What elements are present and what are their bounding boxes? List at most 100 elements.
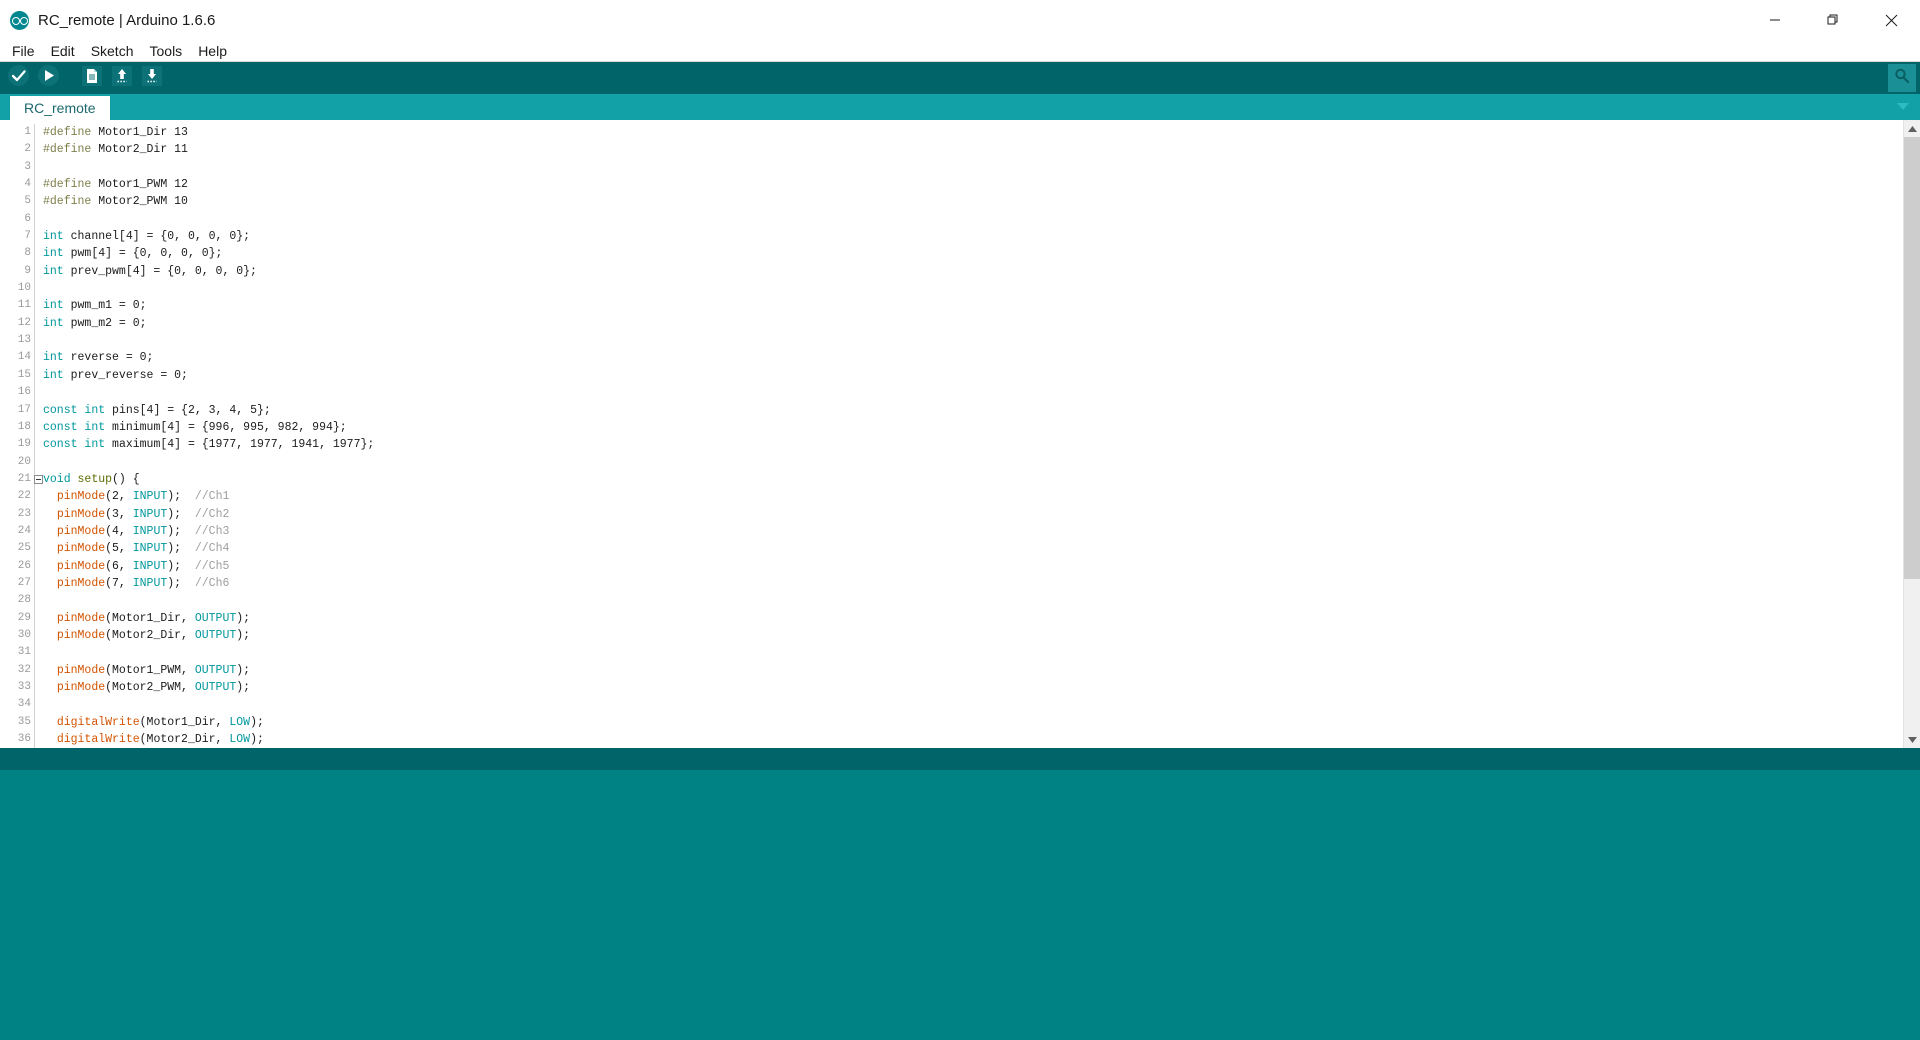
code-token: int — [43, 351, 64, 365]
line-number: 9 — [24, 264, 31, 277]
code-area[interactable]: #define Motor1_Dir 13 #define Motor2_Dir … — [35, 120, 1920, 748]
check-circle-icon — [7, 64, 30, 92]
code-token: int — [43, 247, 64, 261]
upload-button[interactable] — [34, 64, 62, 92]
code-line: pinMode(Motor2_Dir, OUTPUT); — [43, 627, 1920, 644]
code-token: INPUT — [132, 576, 168, 590]
editor-vertical-scrollbar[interactable] — [1903, 120, 1920, 748]
tab-label: RC_remote — [24, 100, 96, 116]
code-token: () { — [112, 472, 140, 486]
code-token: pinMode — [56, 628, 106, 642]
code-token: #define — [43, 178, 92, 192]
code-token: (6, — [105, 559, 133, 573]
code-line: int reverse = 0; — [43, 349, 1920, 366]
line-number: 34 — [17, 698, 31, 711]
code-token: OUTPUT — [194, 611, 237, 625]
menu-item-sketch[interactable]: Sketch — [83, 42, 142, 60]
scroll-up-arrow-icon[interactable] — [1904, 120, 1920, 137]
tab-menu-button[interactable] — [1890, 96, 1916, 118]
code-token: int — [84, 438, 106, 452]
code-editor[interactable]: 1 2 3 4 5 6 7 8 9 10 11 12 13 14 15 16 17 18 19 20 21 22 23 24 2… — [0, 120, 1920, 748]
code-token: //Ch5 — [194, 559, 230, 573]
menu-item-tools[interactable]: Tools — [142, 42, 191, 60]
code-token: pins[4] = {2, 3, 4, 5}; — [105, 403, 271, 417]
menu-bar: File Edit Sketch Tools Help — [0, 40, 1920, 62]
code-token: pwm[4] = {0, 0, 0, 0}; — [63, 247, 223, 261]
toolbar — [0, 62, 1920, 94]
magnifier-icon — [1893, 67, 1911, 90]
line-number: 4 — [24, 178, 31, 191]
scrollbar-thumb[interactable] — [1904, 137, 1920, 579]
code-token: OUTPUT — [194, 628, 237, 642]
menu-item-edit[interactable]: Edit — [43, 42, 83, 60]
maximize-button[interactable] — [1804, 0, 1862, 40]
line-number: 31 — [17, 646, 31, 659]
line-number: 13 — [17, 334, 31, 347]
code-line: pinMode(Motor1_PWM, OUTPUT); — [43, 662, 1920, 679]
code-token: setup — [77, 472, 113, 486]
minimize-button[interactable] — [1746, 0, 1804, 40]
code-token: pinMode — [56, 611, 106, 625]
code-line: pinMode(4, INPUT); //Ch3 — [43, 523, 1920, 540]
line-number: 16 — [17, 386, 31, 399]
code-token: ); — [250, 733, 264, 747]
code-token: int — [43, 230, 64, 244]
code-token: Motor2_PWM 10 — [91, 195, 188, 209]
code-token: INPUT — [132, 542, 168, 556]
line-number: 35 — [17, 715, 31, 728]
line-number: 10 — [17, 282, 31, 295]
code-token: int — [43, 299, 64, 313]
line-number: 5 — [24, 195, 31, 208]
line-number: 2 — [24, 143, 31, 156]
menu-item-file[interactable]: File — [4, 42, 43, 60]
code-line: #define Motor2_Dir 11 — [43, 141, 1920, 158]
code-token: INPUT — [132, 507, 168, 521]
code-token: INPUT — [132, 490, 168, 504]
code-line: const int minimum[4] = {996, 995, 982, 9… — [43, 419, 1920, 436]
code-token: int — [43, 316, 64, 330]
code-token: LOW — [229, 715, 251, 729]
line-number: 8 — [24, 247, 31, 260]
line-number: 27 — [17, 576, 31, 589]
close-button[interactable] — [1862, 0, 1920, 40]
menu-item-help[interactable]: Help — [190, 42, 235, 60]
save-sketch-button[interactable] — [138, 64, 166, 92]
code-token: int — [43, 368, 64, 382]
line-number: 14 — [17, 351, 31, 364]
code-token: Motor1_PWM 12 — [91, 178, 188, 192]
code-line: int prev_pwm[4] = {0, 0, 0, 0}; — [43, 263, 1920, 280]
verify-button[interactable] — [4, 64, 32, 92]
code-token: const — [43, 403, 78, 417]
code-token: ); — [167, 542, 195, 556]
code-token: #define — [43, 126, 92, 139]
code-token: ); — [236, 611, 251, 625]
tab-rc-remote[interactable]: RC_remote — [10, 96, 110, 120]
serial-monitor-button[interactable] — [1888, 64, 1916, 92]
line-number: 32 — [17, 663, 31, 676]
code-token: ); — [167, 524, 195, 538]
code-line: pinMode(Motor2_PWM, OUTPUT); — [43, 679, 1920, 696]
code-token: prev_pwm[4] = {0, 0, 0, 0}; — [63, 264, 257, 278]
code-line: int pwm_m2 = 0; — [43, 315, 1920, 332]
console-output-panel[interactable] — [0, 770, 1920, 1040]
scroll-down-arrow-icon[interactable] — [1904, 731, 1920, 748]
new-sketch-button[interactable] — [78, 64, 106, 92]
code-token: ); — [167, 576, 195, 590]
code-token: INPUT — [132, 559, 168, 573]
code-token: ); — [236, 681, 251, 694]
code-line: pinMode(3, INPUT); //Ch2 — [43, 506, 1920, 523]
line-number: 22 — [17, 490, 31, 503]
code-token: (Motor2_Dir, — [139, 733, 230, 747]
fold-toggle-icon[interactable] — [34, 474, 43, 484]
open-sketch-button[interactable] — [108, 64, 136, 92]
code-token: ); — [167, 559, 195, 573]
